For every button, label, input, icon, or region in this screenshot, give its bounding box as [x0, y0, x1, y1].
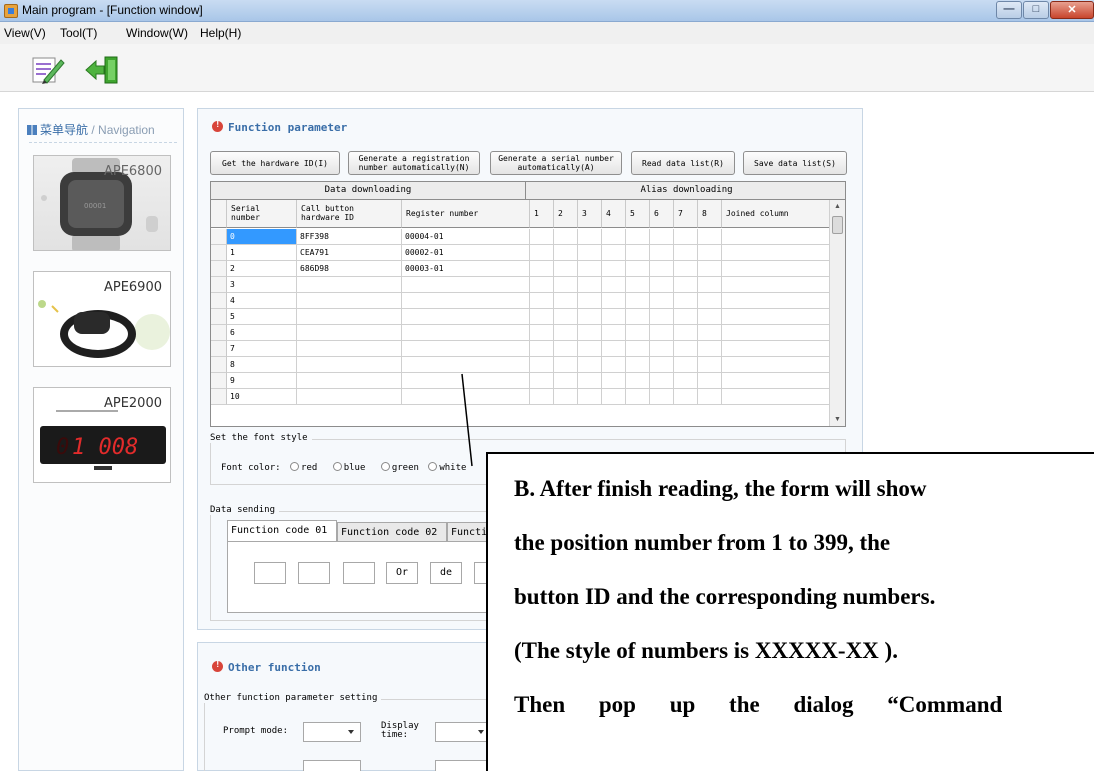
annotation-line-3: button ID and the corresponding numbers. [514, 584, 936, 609]
annotation-box: B. After finish reading, the form will s… [486, 452, 1094, 771]
annotation-line-5: Then pop up the dialog “Command [514, 692, 1003, 717]
annotation-line-1: B. After finish reading, the form will s… [514, 476, 927, 501]
annotation-line-4: (The style of numbers is XXXXX-XX ). [514, 638, 898, 663]
annotation-line-2: the position number from 1 to 399, the [514, 530, 891, 555]
